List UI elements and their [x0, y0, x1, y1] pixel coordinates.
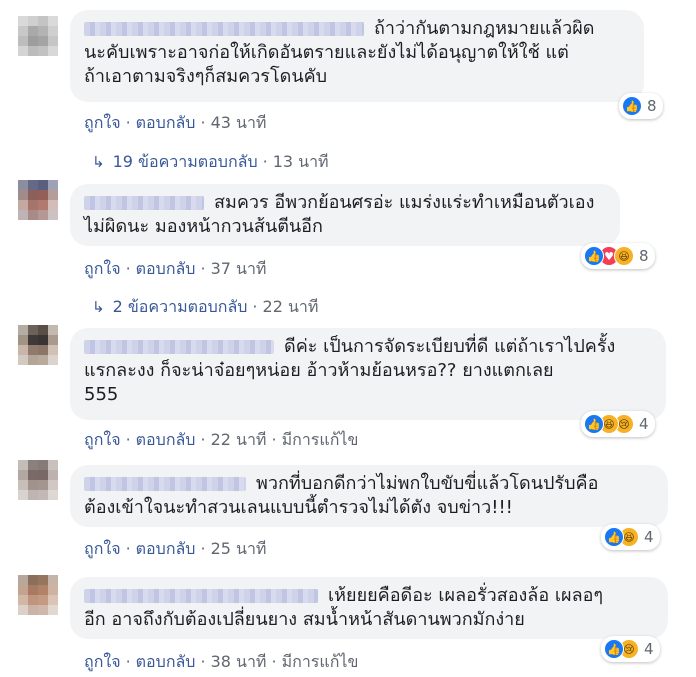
laugh-emoji-icon: 😆: [614, 246, 634, 266]
comment-actions: ถูกใจ · ตอบกลับ · 43 นาที: [84, 113, 267, 132]
thumbs-up-icon: 👍: [604, 639, 624, 659]
reply-arrow-icon: ↳: [92, 153, 105, 171]
reaction-count: 4: [644, 528, 654, 546]
reply-link[interactable]: ตอบกลับ: [136, 113, 196, 132]
reply-arrow-icon: ↳: [92, 298, 105, 316]
comment-text-line: ถ้าเอาตามจริงๆก็สมควรโดนคับ: [84, 66, 328, 87]
comment-text-line: ต้องเข้าใจนะทำสวนเลนแบบนี้ตำรวจไม่ได้ตัง…: [84, 497, 513, 518]
reply-link[interactable]: ตอบกลับ: [136, 430, 196, 449]
like-link[interactable]: ถูกใจ: [84, 259, 121, 278]
author-name-blurred[interactable]: [84, 477, 246, 491]
comment-actions: ถูกใจ · ตอบกลับ · 37 นาที: [84, 259, 267, 278]
thumbs-up-icon: 👍: [584, 414, 604, 434]
like-link[interactable]: ถูกใจ: [84, 113, 121, 132]
comment-text-line: นะคับเพราะอาจก่อให้เกิดอันตรายและยังไม่ไ…: [84, 42, 569, 63]
edited-label[interactable]: มีการแก้ไข: [282, 652, 359, 671]
comment-bubble: พวกที่บอกดีกว่าไม่พกใบขับขี่แล้วโดนปรับค…: [70, 465, 668, 527]
comment-actions: ถูกใจ · ตอบกลับ · 22 นาที · มีการแก้ไข: [84, 430, 359, 449]
thumbs-up-icon: 👍: [584, 246, 604, 266]
comment-text-line: ดีค่ะ เป็นการจัดระเบียบที่ดี แต่ถ้าเราไป…: [84, 335, 654, 359]
timestamp[interactable]: 38 นาที: [211, 652, 267, 671]
timestamp[interactable]: 43 นาที: [211, 113, 267, 132]
author-name-blurred[interactable]: [84, 340, 274, 354]
avatar[interactable]: [18, 575, 58, 615]
timestamp[interactable]: 25 นาที: [211, 539, 267, 558]
thumbs-up-icon: 👍: [604, 527, 624, 547]
avatar[interactable]: [18, 16, 58, 56]
like-link[interactable]: ถูกใจ: [84, 430, 121, 449]
reaction-count: 4: [639, 415, 649, 433]
reaction-summary[interactable]: 👍 ♥ 😆 8: [581, 243, 655, 269]
comment-bubble: เห้ยยยคือดีอะ เผลอรั่วสองล้อ เผลอๆ อีก อ…: [70, 577, 668, 639]
edited-label[interactable]: มีการแก้ไข: [282, 430, 359, 449]
comment-text-line: ถ้าว่ากันตามกฎหมายแล้วผิด: [84, 17, 632, 41]
reaction-summary[interactable]: 👍 😢 4: [601, 636, 660, 662]
timestamp[interactable]: 22 นาที: [211, 430, 267, 449]
comment-bubble: ดีค่ะ เป็นการจัดระเบียบที่ดี แต่ถ้าเราไป…: [70, 328, 666, 420]
thumbs-up-icon: 👍: [622, 96, 642, 116]
reaction-summary[interactable]: 👍 😆 😢 4: [581, 411, 655, 437]
avatar[interactable]: [18, 460, 58, 500]
like-link[interactable]: ถูกใจ: [84, 539, 121, 558]
avatar[interactable]: [18, 325, 58, 365]
comment-text-line: แรกละงง ก็จะน่าจ๋อยๆหน่อย อ้าวห้ามย้อนหร…: [84, 360, 554, 381]
reply-link[interactable]: ตอบกลับ: [136, 652, 196, 671]
avatar[interactable]: [18, 180, 58, 220]
comment-bubble: สมควร อีพวกย้อนศรอ่ะ แมร่งแร่ะทำเหมือนตั…: [70, 184, 620, 246]
timestamp: 22 นาที: [262, 297, 319, 316]
reaction-summary[interactable]: 👍 8: [619, 93, 663, 119]
comment-bubble: ถ้าว่ากันตามกฎหมายแล้วผิด นะคับเพราะอาจก…: [70, 10, 644, 102]
reply-link[interactable]: ตอบกลับ: [136, 539, 196, 558]
like-link[interactable]: ถูกใจ: [84, 652, 121, 671]
comment-text-line: สมควร อีพวกย้อนศรอ่ะ แมร่งแร่ะทำเหมือนตั…: [84, 191, 608, 215]
comment-text-line: เห้ยยยคือดีอะ เผลอรั่วสองล้อ เผลอๆ: [84, 584, 656, 608]
timestamp: 13 นาที: [272, 152, 329, 171]
comment-text-line: พวกที่บอกดีกว่าไม่พกใบขับขี่แล้วโดนปรับค…: [84, 472, 656, 496]
reaction-count: 8: [647, 97, 657, 115]
reaction-count: 8: [639, 247, 649, 265]
author-name-blurred[interactable]: [84, 589, 318, 603]
reply-link[interactable]: ตอบกลับ: [136, 259, 196, 278]
comment-text-line: 555: [84, 384, 119, 405]
comment-actions: ถูกใจ · ตอบกลับ · 38 นาที · มีการแก้ไข: [84, 652, 359, 671]
comment-text-line: อีก อาจถึงกับต้องเปลี่ยนยาง สมน้ำหน้าสัน…: [84, 609, 525, 630]
reaction-count: 4: [644, 640, 654, 658]
timestamp[interactable]: 37 นาที: [211, 259, 267, 278]
comment-actions: ถูกใจ · ตอบกลับ · 25 นาที: [84, 539, 267, 558]
view-replies-link[interactable]: ↳ 19 ข้อความตอบกลับ · 13 นาที: [92, 150, 329, 175]
reaction-summary[interactable]: 👍 😆 4: [601, 524, 660, 550]
author-name-blurred[interactable]: [84, 22, 364, 36]
view-replies-link[interactable]: ↳ 2 ข้อความตอบกลับ · 22 นาที: [92, 295, 318, 320]
comment-text-line: ไม่ผิดนะ มองหน้ากวนส้นตีนอีก: [84, 216, 323, 237]
author-name-blurred[interactable]: [84, 196, 204, 210]
